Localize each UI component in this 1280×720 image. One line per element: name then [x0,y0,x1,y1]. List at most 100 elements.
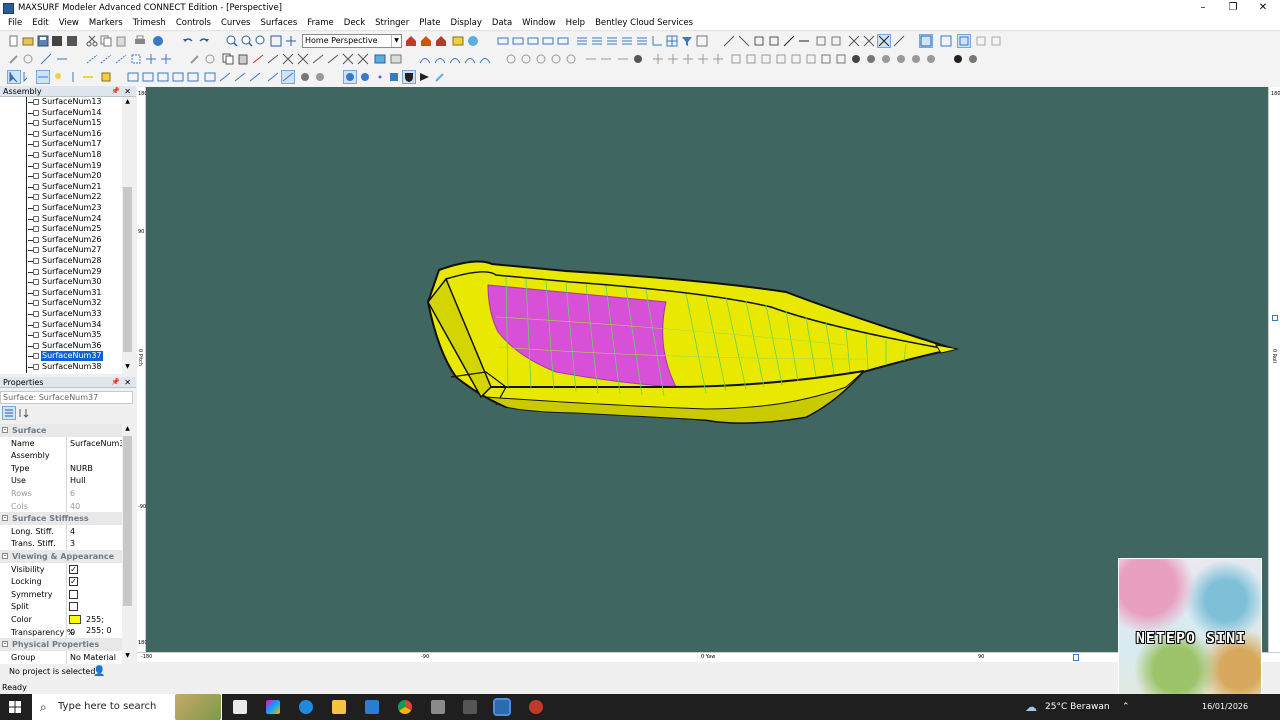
scroll-down-icon[interactable]: ▼ [123,363,132,372]
tree-item-label[interactable]: SurfaceNum15 [41,118,103,128]
menu-bentley-cloud-services[interactable]: Bentley Cloud Services [590,18,698,28]
select-icon-2[interactable] [22,71,34,83]
net-icon-2[interactable] [142,71,154,83]
geometry-tool-icon-7[interactable] [342,53,354,65]
scroll-thumb[interactable] [123,187,132,352]
open-file-icon[interactable] [22,35,34,47]
prop-value[interactable]: 3 [70,538,75,549]
roll-handle[interactable] [1272,315,1278,321]
marker-icon-3[interactable] [100,71,112,83]
snap-icon-7[interactable] [815,35,827,47]
recorder-icon[interactable] [529,700,543,714]
user-icon[interactable]: 👤 [93,666,105,677]
tree-item-label[interactable]: SurfaceNum33 [41,309,103,319]
tree-item-label[interactable]: SurfaceNum28 [41,256,103,266]
tree-item[interactable]: SurfaceNum18 [0,150,122,161]
tree-item[interactable]: SurfaceNum23 [0,203,122,214]
menu-curves[interactable]: Curves [216,18,256,28]
light-icon[interactable] [52,71,64,83]
compact-icon-12[interactable] [895,53,907,65]
trim-icon-2[interactable] [600,53,612,65]
prop-value[interactable]: No Material [70,652,116,663]
tree-item-label[interactable]: SurfaceNum38 [41,362,103,372]
net-icon-5[interactable] [187,71,199,83]
align-icon-2[interactable] [591,35,603,47]
toolbar-icon-e[interactable] [557,35,569,47]
paste-geometry-icon[interactable] [237,53,249,65]
prop-value[interactable]: 4 [70,526,75,537]
mail-icon[interactable] [365,700,379,714]
menu-file[interactable]: File [3,18,27,28]
prop-row-color[interactable]: Color 255; 255; 0 [0,613,122,635]
select-icon-3[interactable] [36,70,50,84]
tree-item-label[interactable]: SurfaceNum16 [41,129,103,139]
rotate-icon[interactable] [22,53,34,65]
shape-icon-2[interactable] [219,71,231,83]
prop-row-split[interactable]: Split [0,600,122,614]
tree-item-label[interactable]: SurfaceNum30 [41,277,103,287]
geometry-tool-icon[interactable] [252,53,264,65]
tree-item[interactable]: SurfaceNum22 [0,192,122,204]
window-layout-icon-5[interactable] [990,35,1002,47]
material-icon[interactable] [952,53,964,65]
hull-model[interactable] [146,87,1268,652]
compact-icon-9[interactable] [850,53,862,65]
chrome-icon[interactable] [398,700,412,714]
prop-row-visibility[interactable]: Visibility ✓ [0,562,122,576]
net-icon-3[interactable] [157,71,169,83]
control-point-icon-6[interactable] [160,53,172,65]
geometry-tool-icon-8[interactable] [357,53,369,65]
render-mode-icon[interactable] [343,70,357,84]
control-point-icon-5[interactable] [145,53,157,65]
window-layout-icon-2[interactable] [940,35,952,47]
pen-tool-icon[interactable] [434,71,446,83]
tree-item-label[interactable]: SurfaceNum19 [41,161,103,171]
window-layout-icon-4[interactable] [975,35,987,47]
align-icon-4[interactable] [621,35,633,47]
tree-item-label[interactable]: SurfaceNum35 [41,330,103,340]
compact-icon-5[interactable] [790,53,802,65]
restore-button[interactable]: ❐ [1218,0,1248,16]
tree-item[interactable]: SurfaceNum31 [0,287,122,299]
home-view-icon[interactable] [405,35,417,47]
tree-item-label[interactable]: SurfaceNum22 [41,192,103,202]
toolbar-icon-d[interactable] [542,35,554,47]
save-icon[interactable] [37,35,49,47]
table-icon[interactable] [696,35,708,47]
control-point-icon[interactable] [86,53,98,65]
cut-icon[interactable] [86,35,98,47]
shape-icon-6[interactable] [299,71,311,83]
snap-icon-5[interactable] [783,35,795,47]
visibility-checkbox[interactable]: ✓ [69,564,78,574]
zoom-out-icon[interactable] [241,35,253,47]
trim-icon-4[interactable] [632,53,644,65]
copy-geometry-icon[interactable] [222,53,234,65]
properties-icon[interactable] [152,35,164,47]
pin-icon[interactable]: 📌 [111,377,120,388]
menu-frame[interactable]: Frame [302,18,338,28]
toolbar-icon-a[interactable] [497,35,509,47]
tree-item[interactable]: SurfaceNum15 [0,118,122,130]
prop-value[interactable]: SurfaceNum37 [70,438,122,449]
tree-item[interactable]: SurfaceNum32 [0,298,122,310]
tree-item[interactable]: SurfaceNum38 [0,362,122,373]
marker-icon-2[interactable] [82,71,94,83]
app-icon-gray[interactable] [431,700,445,714]
snap-icon-2[interactable] [738,35,750,47]
properties-scrollbar[interactable]: ▲ ▼ [122,424,133,664]
scroll-thumb[interactable] [123,436,132,606]
bond-icon-2[interactable] [667,53,679,65]
minimize-button[interactable]: – [1188,0,1218,16]
categorized-icon[interactable] [2,406,16,420]
net-icon[interactable] [127,71,139,83]
tray-icons[interactable]: ⌃ [1122,694,1130,720]
tree-item-label[interactable]: SurfaceNum17 [41,139,103,149]
bond-icon-4[interactable] [697,53,709,65]
shape-icon[interactable] [204,71,216,83]
menu-trimesh[interactable]: Trimesh [128,18,171,28]
edge-icon[interactable] [299,700,313,714]
compact-icon-11[interactable] [880,53,892,65]
tree-item[interactable]: SurfaceNum19 [0,160,122,172]
snap-icon-10[interactable] [863,35,875,47]
fairing-icon-5[interactable] [565,53,577,65]
